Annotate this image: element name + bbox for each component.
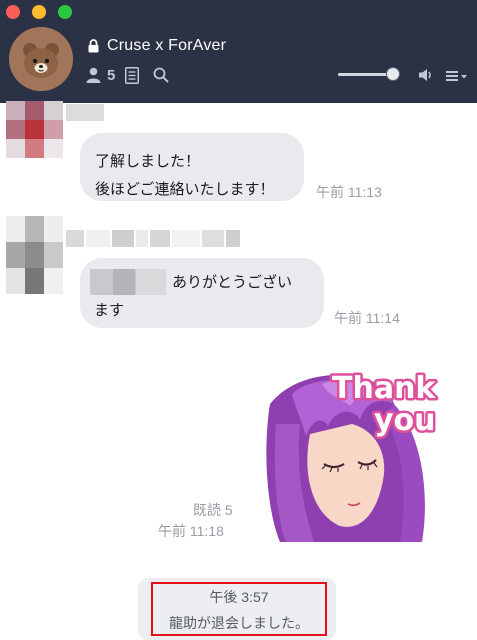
chat-meta-row: 5 xyxy=(86,65,170,85)
system-message: 龍助が退会しました。 xyxy=(169,616,309,632)
speaker-icon[interactable] xyxy=(418,68,434,82)
sender-name xyxy=(66,104,104,121)
chat-title[interactable]: Cruse x ForAver xyxy=(107,37,226,55)
message-timestamp: 午前 11:14 xyxy=(334,310,400,326)
member-count[interactable]: 5 xyxy=(107,67,115,84)
chat-header: Cruse x ForAver 5 xyxy=(0,0,477,103)
minimize-window-button[interactable] xyxy=(32,5,46,19)
volume-knob[interactable] xyxy=(385,67,400,81)
sender-avatar[interactable] xyxy=(6,101,63,158)
message-timestamp: 午前 11:18 xyxy=(158,523,224,539)
group-avatar[interactable] xyxy=(9,27,73,91)
menu-icon[interactable] xyxy=(446,70,470,82)
zoom-window-button[interactable] xyxy=(58,5,72,19)
close-window-button[interactable] xyxy=(6,5,20,19)
chat-title-row: Cruse x ForAver xyxy=(88,36,226,56)
blurred-mention xyxy=(90,269,166,295)
message-bubble[interactable]: 了解しました！ 後ほどご連絡いたします！ xyxy=(80,133,304,201)
sender-name xyxy=(66,230,240,247)
message-bubble[interactable]: ありがとうござい ます xyxy=(80,258,324,328)
message-line: 了解しました！ xyxy=(95,152,201,170)
message-line: ます xyxy=(94,301,125,319)
message-line: 後ほどご連絡いたします！ xyxy=(95,180,275,198)
sticker-text: Thank xyxy=(332,371,436,406)
lock-icon xyxy=(88,39,99,53)
sender-avatar[interactable] xyxy=(6,216,63,294)
bear-face-icon xyxy=(9,27,73,91)
message-line: ありがとうござい xyxy=(172,273,293,291)
sticker-text: you xyxy=(374,403,436,438)
volume-fill xyxy=(338,73,393,76)
search-icon[interactable] xyxy=(153,67,170,83)
message-timestamp: 午前 11:13 xyxy=(316,184,382,200)
notes-icon[interactable] xyxy=(125,66,140,84)
read-receipt: 既読 5 xyxy=(193,502,233,518)
member-icon[interactable] xyxy=(86,67,101,83)
system-timestamp: 午後 3:57 xyxy=(209,589,269,605)
thank-you-sticker[interactable]: Thank Thank you you xyxy=(262,364,440,542)
